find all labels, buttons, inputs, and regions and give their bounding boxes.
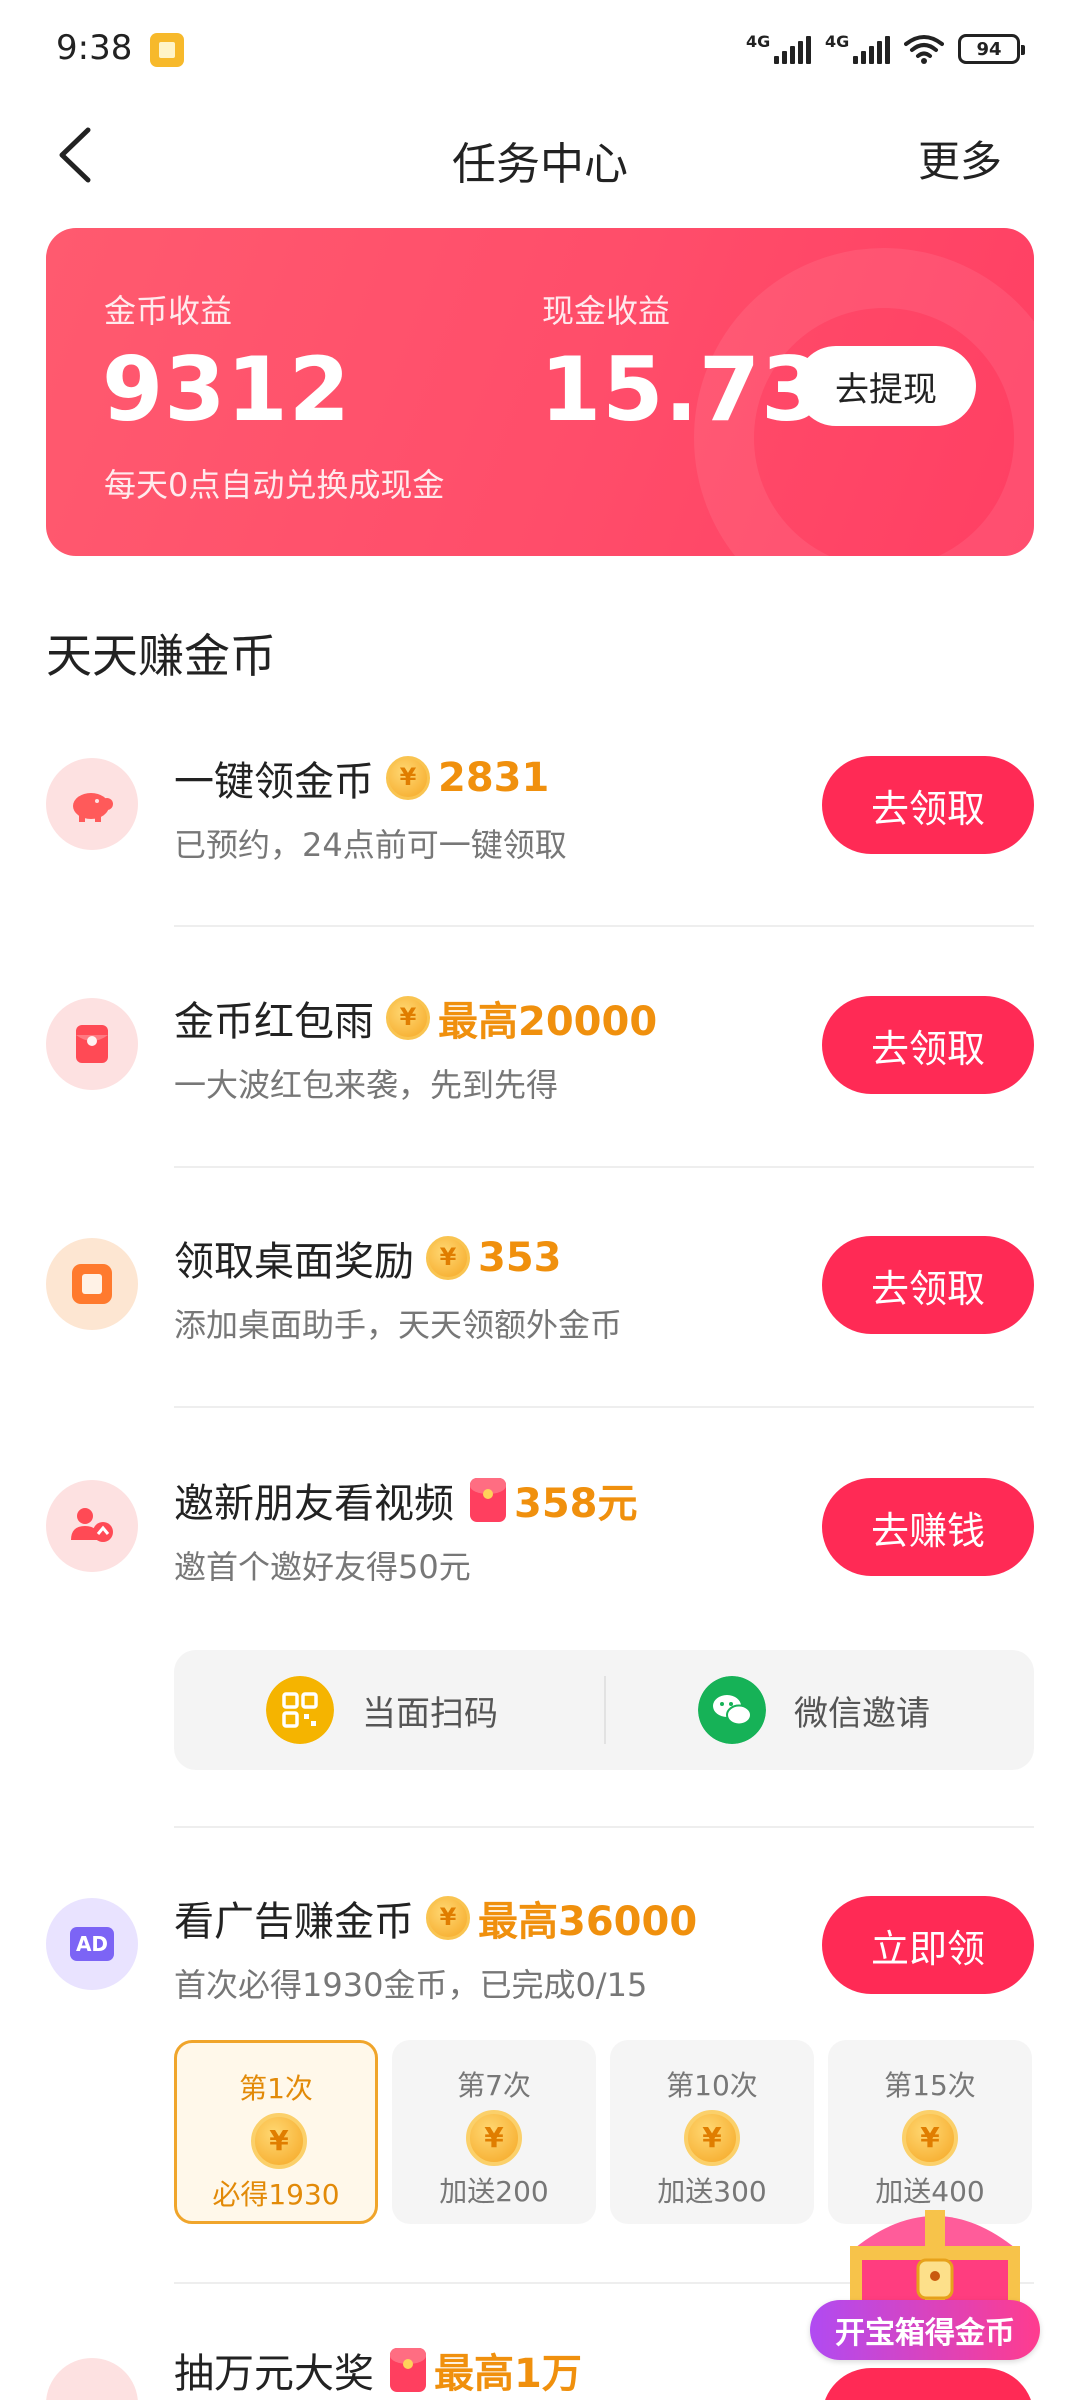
claim-button[interactable]: 去领取: [822, 756, 1034, 854]
battery-level: 94: [976, 38, 1002, 60]
task-title-line: 抽万元大奖 最高1万: [174, 2340, 582, 2400]
scan-invite-option[interactable]: 当面扫码: [266, 1650, 498, 1770]
piggy-bank-icon: [46, 758, 138, 850]
coin-earnings-label: 金币收益: [104, 292, 233, 330]
task-reward: 最高20000: [438, 999, 658, 1045]
task-reward: 358元: [514, 1481, 638, 1527]
task-title: 邀新朋友看视频: [174, 1481, 454, 1527]
task-reward: 353: [478, 1235, 562, 1281]
wifi-icon: [904, 35, 944, 64]
more-button[interactable]: 更多: [918, 128, 1002, 189]
task-title: 抽万元大奖: [174, 2351, 374, 2397]
task-title: 金币红包雨: [174, 999, 374, 1045]
cellular-signal-icon: 4G: [746, 32, 811, 64]
coin-earnings-value[interactable]: 9312: [102, 338, 351, 441]
lottery-icon: [46, 2358, 138, 2400]
header: 任务中心 更多: [0, 110, 1080, 200]
coin-icon: [684, 2110, 740, 2166]
exchange-note: 每天0点自动兑换成现金: [104, 466, 445, 504]
ad-step-reward: 加送300: [657, 2175, 767, 2208]
ad-step-tile[interactable]: 第10次 加送300: [610, 2040, 814, 2224]
qr-code-icon: [266, 1676, 334, 1744]
coin-icon: [426, 1896, 470, 1940]
claim-now-button[interactable]: 立即领: [822, 1896, 1034, 1994]
task-subtitle: 已预约，24点前可一键领取: [174, 826, 567, 864]
treasure-chest-widget[interactable]: 开宝箱得金币: [810, 2170, 1060, 2380]
task-subtitle: 邀首个邀好友得50元: [174, 1548, 471, 1586]
earn-button[interactable]: 去赚钱: [822, 1478, 1034, 1576]
wechat-invite-label: 微信邀请: [794, 1693, 930, 1734]
task-title: 一键领金币: [174, 759, 374, 805]
task-subtitle: 首次必得1930金币，已完成0/15: [174, 1966, 648, 2004]
task-title-line: 邀新朋友看视频 358元: [174, 1470, 638, 1530]
task-title: 领取桌面奖励: [174, 1239, 414, 1285]
task-row-red-envelope-rain: 金币红包雨 最高20000 一大波红包来袭，先到先得 去领取: [0, 988, 1080, 1104]
status-icons: 4G 4G 94: [746, 28, 1025, 70]
network-type-label: 4G: [825, 32, 850, 51]
task-title: 看广告赚金币: [174, 1899, 414, 1945]
task-row-invite-friends: 邀新朋友看视频 358元 邀首个邀好友得50元 去赚钱: [0, 1470, 1080, 1586]
ad-badge: AD: [70, 1927, 114, 1961]
ad-step-count: 第15次: [884, 2069, 976, 2102]
coin-icon: [466, 2110, 522, 2166]
task-title-line: 看广告赚金币 最高36000: [174, 1888, 697, 1948]
task-row-one-click-coins: 一键领金币 2831 已预约，24点前可一键领取 去领取: [0, 748, 1080, 864]
desktop-widget-icon: [46, 1238, 138, 1330]
coin-icon: [386, 756, 430, 800]
wechat-invite-option[interactable]: 微信邀请: [698, 1650, 930, 1770]
task-title-line: 领取桌面奖励 353: [174, 1228, 562, 1288]
task-row-desktop-reward: 领取桌面奖励 353 添加桌面助手，天天领额外金币 去领取: [0, 1228, 1080, 1344]
status-time: 9:38: [56, 28, 133, 68]
divider: [174, 1826, 1034, 1828]
network-type-label: 4G: [746, 32, 771, 51]
cash-earnings-value[interactable]: 15.73: [540, 338, 823, 441]
invite-friends-icon: [46, 1480, 138, 1572]
status-bar: 9:38 4G 4G 94: [0, 0, 1080, 100]
coin-icon: [902, 2110, 958, 2166]
divider: [174, 1166, 1034, 1168]
coin-icon: [251, 2113, 307, 2169]
task-reward: 2831: [438, 755, 550, 801]
cellular-signal-icon: 4G: [825, 32, 890, 64]
task-subtitle: 添加桌面助手，天天领额外金币: [174, 1306, 623, 1344]
task-title-line: 一键领金币 2831: [174, 748, 549, 808]
divider: [174, 1406, 1034, 1408]
earnings-card: 金币收益 9312 现金收益 15.73 每天0点自动兑换成现金 去提现: [46, 228, 1034, 556]
ad-step-reward: 必得1930: [212, 2178, 340, 2211]
ad-step-tile[interactable]: 第1次 必得1930: [174, 2040, 378, 2224]
ad-step-tile[interactable]: 第7次 加送200: [392, 2040, 596, 2224]
claim-button[interactable]: 去领取: [822, 1236, 1034, 1334]
task-reward: 最高1万: [434, 2351, 582, 2397]
ad-step-count: 第10次: [666, 2069, 758, 2102]
section-title: 天天赚金币: [46, 629, 276, 683]
invite-options-panel: 当面扫码 微信邀请: [174, 1650, 1034, 1770]
treasure-chest-label: 开宝箱得金币: [810, 2300, 1040, 2360]
coin-icon: [386, 996, 430, 1040]
wechat-icon: [698, 1676, 766, 1744]
ad-step-count: 第1次: [239, 2072, 313, 2105]
battery-icon: 94: [958, 34, 1025, 64]
notification-app-icon: [150, 33, 184, 67]
red-envelope-icon: [470, 1478, 506, 1522]
ad-step-count: 第7次: [457, 2069, 531, 2102]
task-reward: 最高36000: [478, 1899, 698, 1945]
scan-invite-label: 当面扫码: [362, 1693, 498, 1734]
ad-step-reward: 加送200: [439, 2175, 549, 2208]
ad-icon: AD: [46, 1898, 138, 1990]
red-envelope-icon: [46, 998, 138, 1090]
red-envelope-icon: [390, 2348, 426, 2392]
divider: [604, 1676, 606, 1744]
cash-earnings-label: 现金收益: [542, 292, 671, 330]
claim-button[interactable]: 去领取: [822, 996, 1034, 1094]
task-subtitle: 一大波红包来袭，先到先得: [174, 1066, 559, 1104]
task-title-line: 金币红包雨 最高20000: [174, 988, 657, 1048]
coin-icon: [426, 1236, 470, 1280]
task-row-watch-ads: AD 看广告赚金币 最高36000 首次必得1930金币，已完成0/15 立即领: [0, 1888, 1080, 2004]
withdraw-button[interactable]: 去提现: [796, 346, 976, 426]
divider: [174, 925, 1034, 927]
